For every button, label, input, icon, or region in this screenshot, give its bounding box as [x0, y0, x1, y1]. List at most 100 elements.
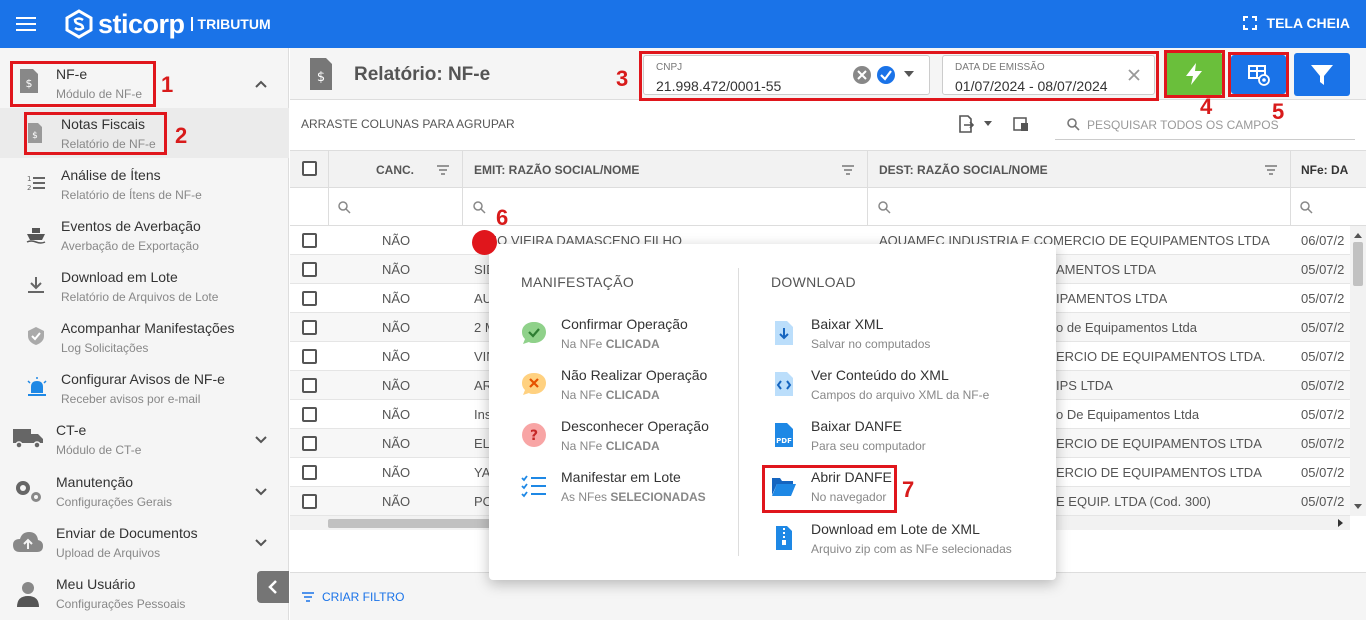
brand-name: sticorp — [98, 8, 185, 39]
file-zip-icon — [776, 526, 792, 550]
sidebar-item-configurar-avisos[interactable]: Configurar Avisos de NF-e Receber avisos… — [0, 363, 289, 413]
sidebar-item-analise-itens[interactable]: 12 Análise de Ítens Relatório de Ítens d… — [0, 159, 289, 209]
baixar-danfe-item[interactable]: PDF Baixar DANFE Para seu computador — [771, 418, 1031, 462]
sidebar-item-label: Eventos de Averbação — [61, 218, 201, 234]
download-section-title: DOWNLOAD — [771, 274, 856, 290]
sidebar-item-meu-usuario[interactable]: Meu Usuário Configurações Pessoais — [0, 568, 289, 618]
sidebar-item-sub: Relatório de Ítens de NF-e — [61, 188, 202, 202]
row-checkbox[interactable] — [302, 494, 317, 509]
chevron-down-icon — [255, 539, 267, 547]
filter-lines-icon — [302, 592, 314, 602]
cell-date: 05/07/2 — [1301, 291, 1345, 306]
cell-dest: ERCIO DE EQUIPAMENTOS LTDA. — [1056, 349, 1266, 364]
menu-item-title: Baixar XML — [811, 316, 884, 332]
svg-text:2: 2 — [27, 184, 31, 192]
col-header-dest[interactable]: DEST: RAZÃO SOCIAL/NOME — [879, 163, 1048, 177]
desconhecer-operacao-item[interactable]: ? Desconhecer Operação Na NFe CLICADA — [521, 418, 781, 462]
sidebar-item-sub: Averbação de Exportação — [61, 239, 199, 253]
annotation-box-3 — [639, 51, 1159, 101]
search-icon[interactable] — [473, 201, 486, 214]
vertical-scrollbar[interactable] — [1350, 226, 1366, 516]
annotation-box-2 — [24, 112, 167, 155]
cell-canc: NÃO — [382, 349, 411, 364]
search-placeholder: PESQUISAR TODOS OS CAMPOS — [1087, 118, 1279, 132]
svg-text:$: $ — [317, 70, 325, 85]
fullscreen-button[interactable]: TELA CHEIA — [1242, 15, 1350, 31]
column-menu-icon[interactable] — [1265, 165, 1277, 175]
chat-check-icon — [522, 322, 546, 344]
row-checkbox[interactable] — [302, 407, 317, 422]
sidebar-item-eventos-averbacao[interactable]: Eventos de Averbação Averbação de Export… — [0, 210, 289, 260]
siren-icon — [27, 377, 47, 396]
row-checkbox[interactable] — [302, 378, 317, 393]
sidebar-item-cte[interactable]: CT-e Módulo de CT-e — [0, 414, 289, 464]
scroll-right-icon[interactable] — [1338, 519, 1344, 527]
col-header-date[interactable]: NFe: DA — [1301, 163, 1348, 177]
menu-icon[interactable] — [16, 14, 40, 34]
row-checkbox[interactable] — [302, 291, 317, 306]
row-checkbox[interactable] — [302, 436, 317, 451]
select-all-checkbox[interactable] — [302, 161, 317, 176]
sidebar-item-label: Download em Lote — [61, 269, 178, 285]
cell-date: 05/07/2 — [1301, 465, 1345, 480]
ship-icon — [26, 228, 46, 244]
column-menu-icon[interactable] — [842, 165, 854, 175]
module-name: TRIBUTUM — [190, 17, 271, 31]
divider — [1290, 151, 1291, 189]
group-hint: ARRASTE COLUNAS PARA AGRUPAR — [301, 117, 515, 131]
baixar-xml-item[interactable]: Baixar XML Salvar no computados — [771, 316, 1031, 360]
menu-item-title: Desconhecer Operação — [561, 418, 709, 434]
context-menu: MANIFESTAÇÃO DOWNLOAD Confirmar Operação… — [489, 244, 1056, 580]
row-checkbox[interactable] — [302, 233, 317, 248]
col-header-canc[interactable]: CANC. — [376, 163, 414, 177]
cell-canc: NÃO — [382, 407, 411, 422]
sticorp-logo-icon — [65, 9, 93, 39]
col-header-emit[interactable]: EMIT: RAZÃO SOCIAL/NOME — [474, 163, 639, 177]
row-checkbox[interactable] — [302, 320, 317, 335]
download-icon — [28, 277, 44, 293]
sidebar-item-download-lote[interactable]: Download em Lote Relatório de Arquivos d… — [0, 261, 289, 311]
nao-realizar-operacao-item[interactable]: Não Realizar Operação Na NFe CLICADA — [521, 367, 781, 411]
search-icon[interactable] — [1300, 201, 1313, 214]
sidebar-item-manutencao[interactable]: Manutenção Configurações Gerais — [0, 466, 289, 516]
sidebar-item-sub: Log Solicitações — [61, 341, 149, 355]
export-icon[interactable] — [957, 115, 975, 133]
scroll-up-icon[interactable] — [1354, 232, 1362, 238]
annotation-box-4 — [1164, 50, 1225, 98]
annotation-2: 2 — [175, 123, 188, 148]
cell-canc: NÃO — [382, 233, 411, 248]
svg-text:1: 1 — [27, 175, 31, 183]
sidebar-item-acompanhar[interactable]: Acompanhar Manifestações Log Solicitaçõe… — [0, 312, 289, 362]
ver-conteudo-xml-item[interactable]: Ver Conteúdo do XML Campos do arquivo XM… — [771, 367, 1031, 411]
manifestacao-section-title: MANIFESTAÇÃO — [521, 274, 635, 290]
search-icon[interactable] — [878, 201, 891, 214]
scroll-down-icon[interactable] — [1354, 504, 1362, 510]
chevron-left-icon — [268, 580, 277, 594]
divider — [867, 151, 868, 189]
manifestar-lote-item[interactable]: Manifestar em Lote As NFes SELECIONADAS — [521, 469, 781, 513]
search-icon[interactable] — [338, 201, 351, 214]
svg-text:?: ? — [530, 428, 538, 444]
filter-button[interactable] — [1294, 53, 1350, 96]
collapse-sidebar-button[interactable] — [257, 571, 289, 603]
cell-date: 05/07/2 — [1301, 320, 1345, 335]
column-menu-icon[interactable] — [437, 165, 449, 175]
row-checkbox[interactable] — [302, 465, 317, 480]
chat-x-icon — [522, 373, 546, 395]
menu-item-sub: Campos do arquivo XML da NF-e — [811, 388, 990, 402]
caret-down-icon[interactable] — [984, 121, 992, 127]
column-chooser-icon[interactable] — [1013, 116, 1029, 132]
sidebar-item-enviar-documentos[interactable]: Enviar de Documentos Upload de Arquivos — [0, 517, 289, 567]
annotation-box-1 — [10, 61, 156, 107]
divider — [462, 151, 463, 189]
cell-date: 05/07/2 — [1301, 262, 1345, 277]
row-checkbox[interactable] — [302, 262, 317, 277]
download-lote-xml-item[interactable]: Download em Lote de XML Arquivo zip com … — [771, 521, 1031, 565]
confirmar-operacao-item[interactable]: Confirmar Operação Na NFe CLICADA — [521, 316, 781, 360]
divider — [328, 151, 329, 189]
create-filter-button[interactable]: CRIAR FILTRO — [302, 590, 404, 604]
row-checkbox[interactable] — [302, 349, 317, 364]
menu-item-title: Download em Lote de XML — [811, 521, 980, 537]
cell-date: 05/07/2 — [1301, 407, 1345, 422]
scroll-thumb[interactable] — [1353, 242, 1363, 286]
